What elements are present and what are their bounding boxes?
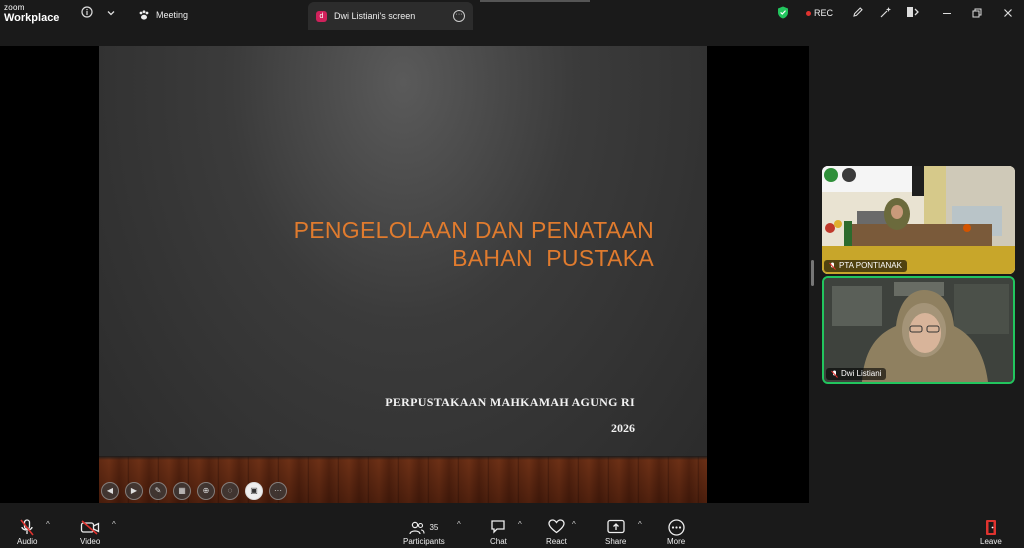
minimize-icon[interactable] (939, 6, 955, 22)
slide-title-line2: BAHAN PUSTAKA (452, 245, 654, 271)
participant-tile[interactable]: PTA PONTIANAK (822, 166, 1015, 274)
side-panel-icon[interactable] (904, 6, 920, 22)
next-slide-icon[interactable]: ▶ (125, 482, 143, 500)
info-icon[interactable] (79, 6, 95, 22)
pencil-icon[interactable] (850, 6, 866, 22)
video-options-chevron-icon[interactable]: ^ (112, 520, 116, 529)
share-label: Share (605, 537, 627, 546)
more-options-icon[interactable]: ··· (453, 10, 465, 22)
share-screen-icon (607, 519, 625, 537)
presentation-slide: PENGELOLAAN DAN PENATAAN BAHAN PUSTAKA P… (99, 46, 707, 503)
audio-button[interactable]: Audio (17, 519, 37, 546)
microphone-muted-icon (829, 262, 836, 270)
slide-organization: PERPUSTAKAAN MAHKAMAH AGUNG RI (385, 395, 635, 409)
tab-meeting-label: Meeting (156, 10, 189, 20)
video-button[interactable]: Video (80, 519, 100, 546)
record-dot-icon (806, 10, 811, 16)
leave-button[interactable]: Leave (980, 519, 1002, 546)
tab-meeting[interactable]: Meeting (138, 6, 188, 24)
participants-icon: 35 (409, 519, 438, 537)
logo-line2: Workplace (4, 12, 60, 24)
react-label: React (546, 537, 567, 546)
panel-resize-handle[interactable] (811, 260, 814, 286)
participant-name-label: Dwi Listiani (826, 368, 887, 380)
participant-video (824, 278, 1013, 382)
pen-icon[interactable]: ✎ (149, 482, 167, 500)
zoom-logo: zoom Workplace (4, 4, 59, 24)
more-button[interactable]: More (667, 519, 685, 546)
heart-icon (548, 519, 565, 537)
participant-name: PTA PONTIANAK (839, 261, 902, 270)
close-icon[interactable] (1000, 6, 1016, 22)
react-button[interactable]: React (546, 519, 567, 546)
slide-title-line1: PENGELOLAAN DAN PENATAAN (293, 217, 654, 243)
video-off-icon (80, 519, 100, 537)
participant-tile-active[interactable]: Dwi Listiani (822, 276, 1015, 384)
slides-grid-icon[interactable]: ▦ (173, 482, 191, 500)
microphone-muted-icon (831, 370, 838, 378)
participant-name-label: PTA PONTIANAK (824, 260, 907, 272)
rec-label: REC (814, 8, 834, 18)
more-dots-icon (667, 519, 685, 537)
share-options-chevron-icon[interactable]: ^ (638, 520, 642, 529)
participants-label: Participants (403, 537, 445, 546)
share-button[interactable]: Share (605, 519, 626, 546)
ai-sparkle-icon[interactable] (877, 6, 893, 22)
react-options-chevron-icon[interactable]: ^ (572, 520, 576, 529)
chat-bubble-icon (490, 519, 506, 537)
participants-count: 35 (429, 523, 439, 532)
camera-icon[interactable]: ▣ (245, 482, 263, 500)
laser-pointer-icon[interactable]: ◌ (221, 482, 239, 500)
participants-options-chevron-icon[interactable]: ^ (457, 520, 461, 529)
zoom-in-icon[interactable]: ⊕ (197, 482, 215, 500)
meeting-toolbar: Audio ^ Video ^ 35 Participants ^ Chat ^… (0, 516, 1024, 548)
chat-button[interactable]: Chat (490, 519, 507, 546)
tab-shared-screen[interactable]: d Dwi Listiani's screen ··· (308, 2, 473, 30)
shared-screen-area[interactable]: PENGELOLAAN DAN PENATAAN BAHAN PUSTAKA P… (0, 46, 809, 503)
audio-options-chevron-icon[interactable]: ^ (46, 520, 50, 529)
recording-indicator[interactable]: REC (806, 8, 833, 18)
participant-name: Dwi Listiani (841, 369, 882, 378)
title-bar: zoom Workplace Meeting d Dwi Listiani's … (0, 0, 1024, 30)
sharer-badge: d (316, 10, 327, 22)
leave-door-icon (983, 519, 999, 537)
participants-button[interactable]: 35 Participants (403, 519, 445, 546)
leave-label: Leave (980, 537, 1002, 546)
shield-icon[interactable] (775, 6, 791, 22)
previous-slide-icon[interactable]: ◀ (101, 482, 119, 500)
divider (480, 0, 590, 2)
chat-label: Chat (490, 537, 507, 546)
logo-line1: zoom (4, 3, 25, 12)
paw-icon (139, 10, 149, 20)
participant-video (822, 166, 1015, 274)
chevron-down-icon[interactable] (103, 6, 119, 22)
chat-options-chevron-icon[interactable]: ^ (518, 520, 522, 529)
video-label: Video (80, 537, 101, 546)
slide-year: 2026 (611, 421, 635, 435)
more-icon[interactable]: ··· (269, 482, 287, 500)
more-label: More (667, 537, 686, 546)
tab-shared-screen-label: Dwi Listiani's screen (334, 11, 416, 21)
meeting-stage: PENGELOLAAN DAN PENATAAN BAHAN PUSTAKA P… (0, 30, 1024, 516)
slide-title: PENGELOLAAN DAN PENATAAN BAHAN PUSTAKA (294, 216, 654, 272)
audio-label: Audio (17, 537, 38, 546)
slideshow-controls: ◀ ▶ ✎ ▦ ⊕ ◌ ▣ ··· (101, 482, 287, 500)
microphone-muted-icon (19, 519, 35, 537)
restore-icon[interactable] (969, 6, 985, 22)
